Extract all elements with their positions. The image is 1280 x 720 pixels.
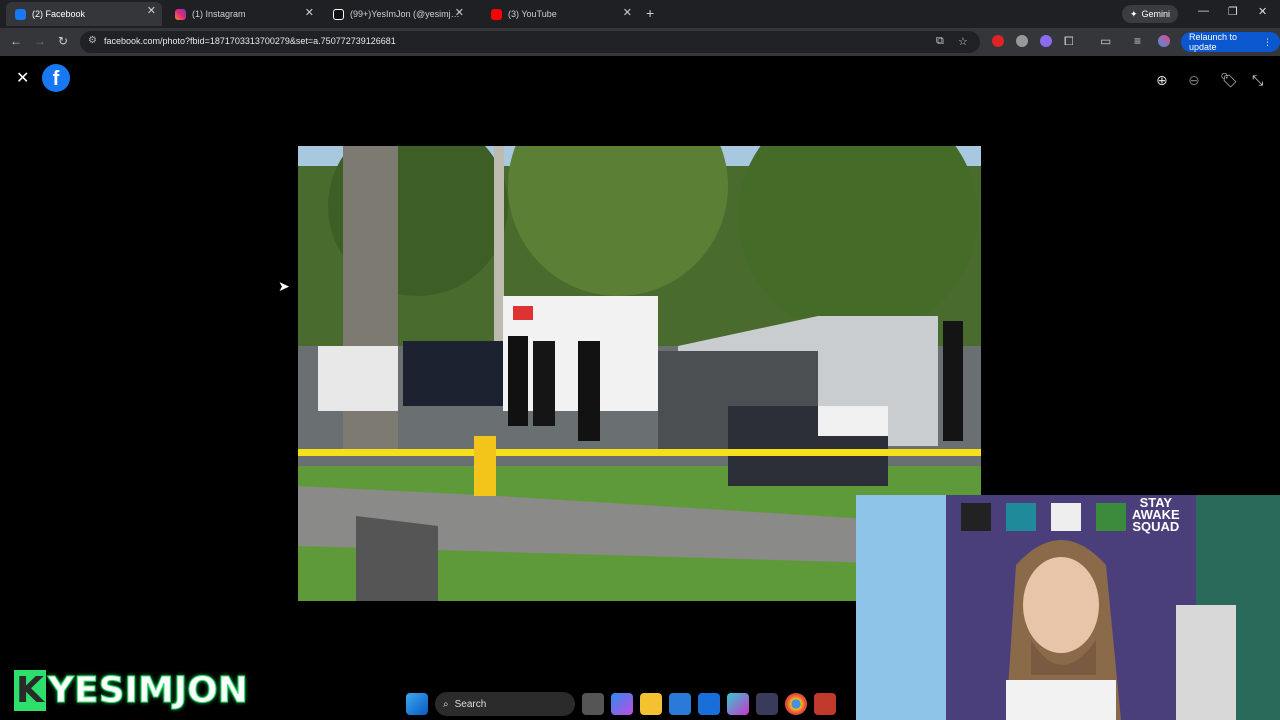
search-icon: ⌕	[443, 698, 449, 710]
tag-icon[interactable]: 🏷	[1220, 72, 1238, 89]
gemini-button[interactable]: ✦ Gemini	[1122, 5, 1179, 23]
close-tab-icon[interactable]: ✕	[305, 6, 314, 19]
tab-instagram[interactable]: (1) Instagram ✕	[166, 4, 320, 24]
windows-start-icon[interactable]	[406, 693, 428, 715]
restore-icon[interactable]: ❐	[1228, 5, 1238, 18]
profile-avatar-icon[interactable]	[1158, 35, 1170, 47]
minimize-icon[interactable]: —	[1198, 5, 1209, 17]
zoom-out-icon[interactable]: ⊖	[1188, 72, 1200, 89]
app-generic-icon[interactable]	[756, 693, 778, 715]
close-tab-icon[interactable]: ✕	[147, 4, 156, 17]
install-app-icon[interactable]: ⧉	[936, 35, 944, 48]
gemini-sparkle-icon: ✦	[1130, 8, 1138, 19]
side-panel-icon[interactable]: ▭	[1100, 34, 1111, 48]
facebook-logo-icon[interactable]: f	[42, 64, 70, 92]
extension-red-icon[interactable]	[992, 35, 1004, 47]
tab-label: (3) YouTube	[508, 9, 557, 19]
tab-tiktok[interactable]: (99+)YesImJon (@yesimjon) | Ti ✕	[324, 4, 468, 24]
window-close-icon[interactable]: ✕	[1258, 5, 1267, 18]
tab-facebook[interactable]: (2) Facebook ✕	[6, 2, 162, 26]
relaunch-to-update-button[interactable]: Relaunch to update ⋮	[1181, 32, 1280, 52]
new-tab-button[interactable]: +	[646, 5, 654, 21]
mail-icon[interactable]	[698, 693, 720, 715]
fullscreen-exit-icon[interactable]: ⤡	[1252, 72, 1263, 89]
forward-icon[interactable]: →	[34, 34, 46, 48]
tab-label: (2) Facebook	[32, 9, 86, 19]
url-text[interactable]: facebook.com/photo?fbid=1871703313700279…	[104, 36, 396, 46]
file-explorer-icon[interactable]	[640, 693, 662, 715]
instagram-favicon-icon	[175, 8, 186, 20]
microsoft-store-icon[interactable]	[669, 693, 691, 715]
relaunch-label: Relaunch to update	[1189, 32, 1238, 52]
facebook-favicon-icon	[15, 8, 26, 20]
streamer-webcam-illustration	[856, 495, 1280, 720]
taskbar-search[interactable]: ⌕ Search	[435, 692, 575, 716]
windows-taskbar: ⌕ Search	[406, 692, 836, 716]
poster-line-3: SQUAD	[1132, 519, 1180, 534]
mouse-cursor-icon: ➤	[278, 278, 290, 294]
extension-purple-icon[interactable]	[1040, 35, 1052, 47]
map-pin-icon[interactable]	[814, 693, 836, 715]
close-tab-icon[interactable]: ✕	[455, 6, 464, 19]
tab-label: (99+)YesImJon (@yesimjon) | Ti	[350, 9, 460, 19]
tab-label: (1) Instagram	[192, 9, 246, 19]
brand-name: YESIMJON	[47, 669, 248, 711]
more-menu-icon: ⋮	[1263, 36, 1272, 47]
address-bar[interactable]: ⚙ facebook.com/photo?fbid=18717033137002…	[80, 31, 980, 53]
youtube-favicon-icon	[491, 8, 502, 20]
copilot-icon[interactable]	[611, 693, 633, 715]
media-controls-icon[interactable]: ≡	[1134, 34, 1141, 48]
wall-poster: STAY AWAKE SQUAD	[1132, 496, 1180, 534]
webcam-overlay: STAY AWAKE SQUAD	[856, 495, 1280, 720]
task-view-icon[interactable]	[582, 693, 604, 715]
close-viewer-icon[interactable]: ✕	[16, 68, 29, 88]
close-tab-icon[interactable]: ✕	[623, 6, 632, 19]
bookmark-star-icon[interactable]: ☆	[958, 35, 968, 48]
back-icon[interactable]: ←	[10, 34, 22, 48]
streamer-brand-logo: K YESIMJON	[14, 669, 248, 711]
reload-icon[interactable]: ↻	[58, 34, 68, 48]
brand-initial: K	[14, 669, 46, 711]
search-label: Search	[454, 698, 487, 710]
tab-strip: (2) Facebook ✕ (1) Instagram ✕ (99+)YesI…	[0, 0, 1280, 28]
office-365-icon[interactable]	[727, 693, 749, 715]
tab-youtube[interactable]: (3) YouTube ✕	[482, 4, 638, 24]
chrome-icon[interactable]	[785, 693, 807, 715]
extension-gray-icon[interactable]	[1016, 35, 1028, 47]
site-info-icon[interactable]: ⚙	[88, 35, 97, 46]
zoom-in-icon[interactable]: ⊕	[1156, 72, 1168, 89]
extensions-puzzle-icon[interactable]: ⧠	[1064, 34, 1074, 49]
browser-toolbar: ← → ↻ ⚙ facebook.com/photo?fbid=18717033…	[0, 28, 1280, 56]
gemini-label: Gemini	[1141, 9, 1171, 19]
tiktok-favicon-icon	[333, 8, 344, 20]
